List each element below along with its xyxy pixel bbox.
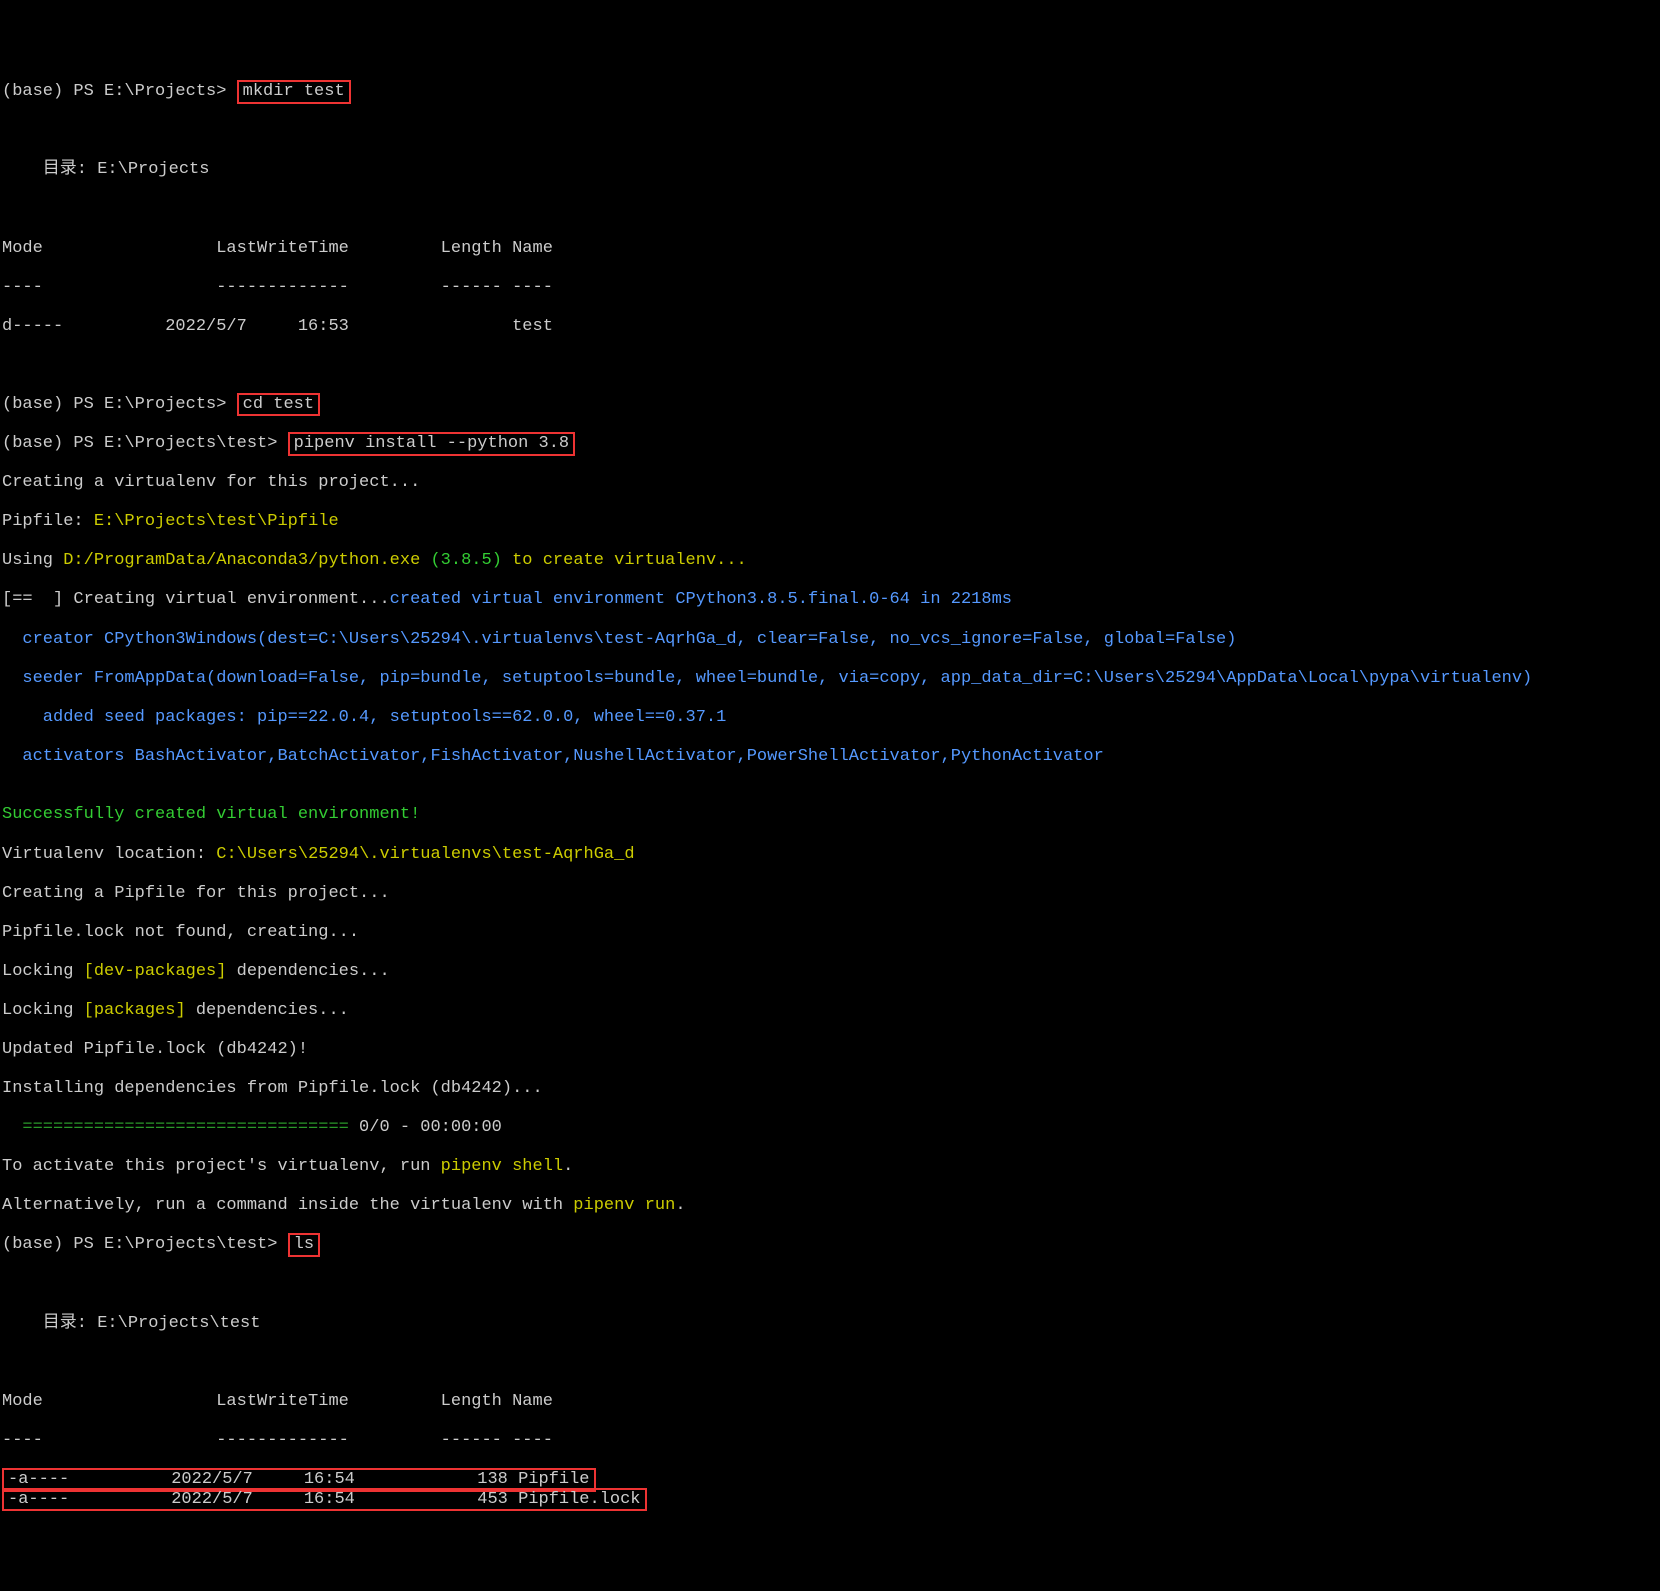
output-line: creator CPython3Windows(dest=C:\Users\25…	[2, 630, 1658, 650]
table-row: d----- 2022/5/7 16:53 test	[2, 317, 1658, 337]
dir-header: 目录: E:\Projects\test	[2, 1314, 1658, 1334]
output-line: Pipfile.lock not found, creating...	[2, 923, 1658, 943]
output-line: Using D:/ProgramData/Anaconda3/python.ex…	[2, 551, 1658, 571]
prompt-prefix: (base) PS E:\Projects\test>	[2, 434, 288, 453]
output-line: Pipfile: E:\Projects\test\Pipfile	[2, 512, 1658, 532]
table-header-sep: ---- ------------- ------ ----	[2, 278, 1658, 298]
prompt-prefix: (base) PS E:\Projects\test>	[2, 1235, 288, 1254]
cmd-cd: cd test	[237, 393, 320, 417]
table-header: Mode LastWriteTime Length Name	[2, 1392, 1658, 1412]
cmd-ls: ls	[288, 1233, 320, 1257]
pipfile-path: E:\Projects\test\Pipfile	[94, 512, 339, 531]
output-line: Creating a Pipfile for this project...	[2, 884, 1658, 904]
output-line: seeder FromAppData(download=False, pip=b…	[2, 669, 1658, 689]
output-line: Locking [dev-packages] dependencies...	[2, 962, 1658, 982]
table-row: -a---- 2022/5/7 16:54 453 Pipfile.lock	[2, 1488, 647, 1512]
prompt-line-4: (base) PS E:\Projects\test> ls	[2, 1235, 1658, 1255]
success-line: Successfully created virtual environment…	[2, 805, 1658, 825]
venv-location: C:\Users\25294\.virtualenvs\test-AqrhGa_…	[216, 845, 634, 864]
prompt-prefix: (base) PS E:\Projects>	[2, 82, 237, 101]
output-line: [== ] Creating virtual environment...cre…	[2, 590, 1658, 610]
output-line: Virtualenv location: C:\Users\25294\.vir…	[2, 845, 1658, 865]
prompt-line-3: (base) PS E:\Projects\test> pipenv insta…	[2, 434, 1658, 454]
output-line: activators BashActivator,BatchActivator,…	[2, 747, 1658, 767]
progress-line: ================================ 0/0 - 0…	[2, 1118, 1658, 1138]
dir-header: 目录: E:\Projects	[2, 160, 1658, 180]
output-line: Alternatively, run a command inside the …	[2, 1196, 1658, 1216]
prompt-line-1: (base) PS E:\Projects> mkdir test	[2, 82, 1658, 102]
table-header-sep: ---- ------------- ------ ----	[2, 1431, 1658, 1451]
output-line: Creating a virtualenv for this project..…	[2, 473, 1658, 493]
output-line: Installing dependencies from Pipfile.loc…	[2, 1079, 1658, 1099]
output-line: To activate this project's virtualenv, r…	[2, 1157, 1658, 1177]
prompt-line-2: (base) PS E:\Projects> cd test	[2, 395, 1658, 415]
output-line: Updated Pipfile.lock (db4242)!	[2, 1040, 1658, 1060]
cmd-pipenv-install: pipenv install --python 3.8	[288, 432, 575, 456]
cmd-mkdir: mkdir test	[237, 80, 351, 104]
table-header: Mode LastWriteTime Length Name	[2, 239, 1658, 259]
output-line: added seed packages: pip==22.0.4, setupt…	[2, 708, 1658, 728]
prompt-prefix: (base) PS E:\Projects>	[2, 395, 237, 414]
output-line: Locking [packages] dependencies...	[2, 1001, 1658, 1021]
